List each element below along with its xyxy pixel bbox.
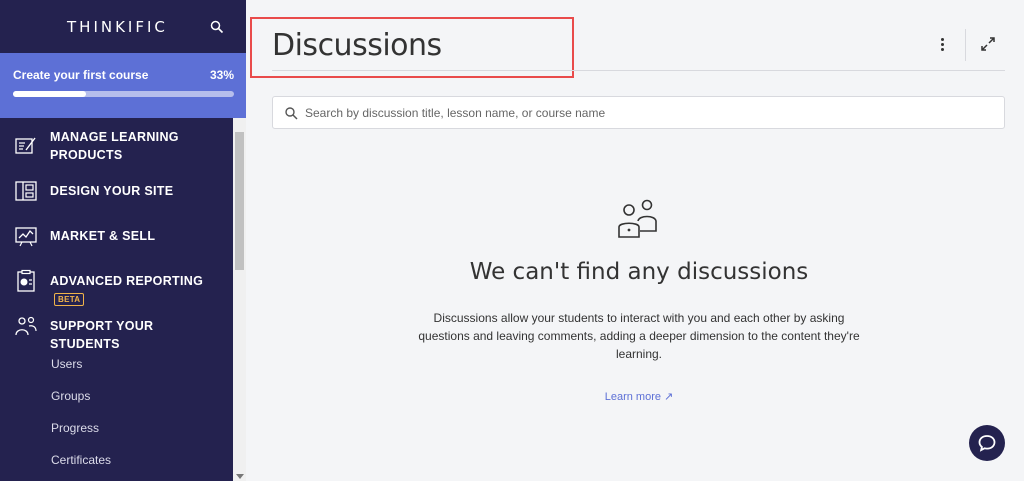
sidebar-subitem-certificates[interactable]: Certificates bbox=[51, 453, 111, 467]
search-input[interactable] bbox=[305, 97, 985, 128]
sidebar-item-label: DESIGN YOUR SITE bbox=[50, 184, 174, 198]
sidebar-item-label: SUPPORT YOUR STUDENTS bbox=[50, 319, 154, 351]
logo[interactable]: THINKIFIC bbox=[67, 18, 168, 36]
sidebar-scrollbar[interactable] bbox=[233, 118, 246, 481]
report-icon bbox=[17, 269, 35, 292]
sidebar-subitem-progress[interactable]: Progress bbox=[51, 421, 99, 435]
discussion-search[interactable] bbox=[272, 96, 1005, 129]
sidebar-subitem-groups[interactable]: Groups bbox=[51, 389, 90, 403]
header-divider bbox=[272, 70, 1005, 71]
search-icon bbox=[285, 107, 298, 120]
sidebar: THINKIFIC Create your first course 33% M… bbox=[0, 0, 246, 481]
expand-icon[interactable] bbox=[981, 37, 995, 51]
sidebar-item-label: MANAGE LEARNING PRODUCTS bbox=[50, 130, 179, 162]
chart-board-icon bbox=[15, 227, 37, 247]
sidebar-nav: MANAGE LEARNING PRODUCTS DESIGN YOUR SIT… bbox=[0, 118, 233, 481]
sidebar-item-label: MARKET & SELL bbox=[50, 229, 156, 243]
sidebar-header: THINKIFIC bbox=[0, 0, 246, 53]
progress-title: Create your first course bbox=[13, 68, 149, 82]
chat-button[interactable] bbox=[969, 425, 1005, 461]
progress-percent: 33% bbox=[209, 68, 234, 82]
sidebar-item-label: ADVANCED REPORTING BETA bbox=[50, 272, 220, 308]
page-title: Discussions bbox=[272, 28, 442, 63]
discussion-people-icon bbox=[618, 199, 657, 238]
course-progress-card[interactable]: Create your first course 33% bbox=[0, 53, 246, 118]
students-icon bbox=[15, 316, 37, 336]
edit-document-icon bbox=[15, 137, 36, 154]
advanced-reporting-text: ADVANCED REPORTING bbox=[50, 274, 204, 288]
layout-icon bbox=[15, 181, 37, 201]
scroll-down-arrow-icon[interactable] bbox=[236, 474, 244, 479]
more-options-icon[interactable] bbox=[938, 38, 946, 52]
learn-more-link[interactable]: Learn more ↗ bbox=[246, 390, 1024, 403]
search-icon[interactable] bbox=[210, 20, 224, 34]
scrollbar-thumb[interactable] bbox=[235, 132, 244, 270]
beta-badge: BETA bbox=[54, 293, 85, 306]
empty-state-title: We can't find any discussions bbox=[469, 259, 809, 285]
chat-bubble-icon bbox=[978, 435, 996, 452]
sidebar-subitem-users[interactable]: Users bbox=[51, 357, 82, 371]
empty-state-description: Discussions allow your students to inter… bbox=[418, 311, 860, 361]
progress-fill bbox=[13, 91, 86, 97]
main-content: Discussions We can't find any discussion… bbox=[246, 0, 1024, 481]
header-vertical-divider bbox=[965, 29, 966, 61]
